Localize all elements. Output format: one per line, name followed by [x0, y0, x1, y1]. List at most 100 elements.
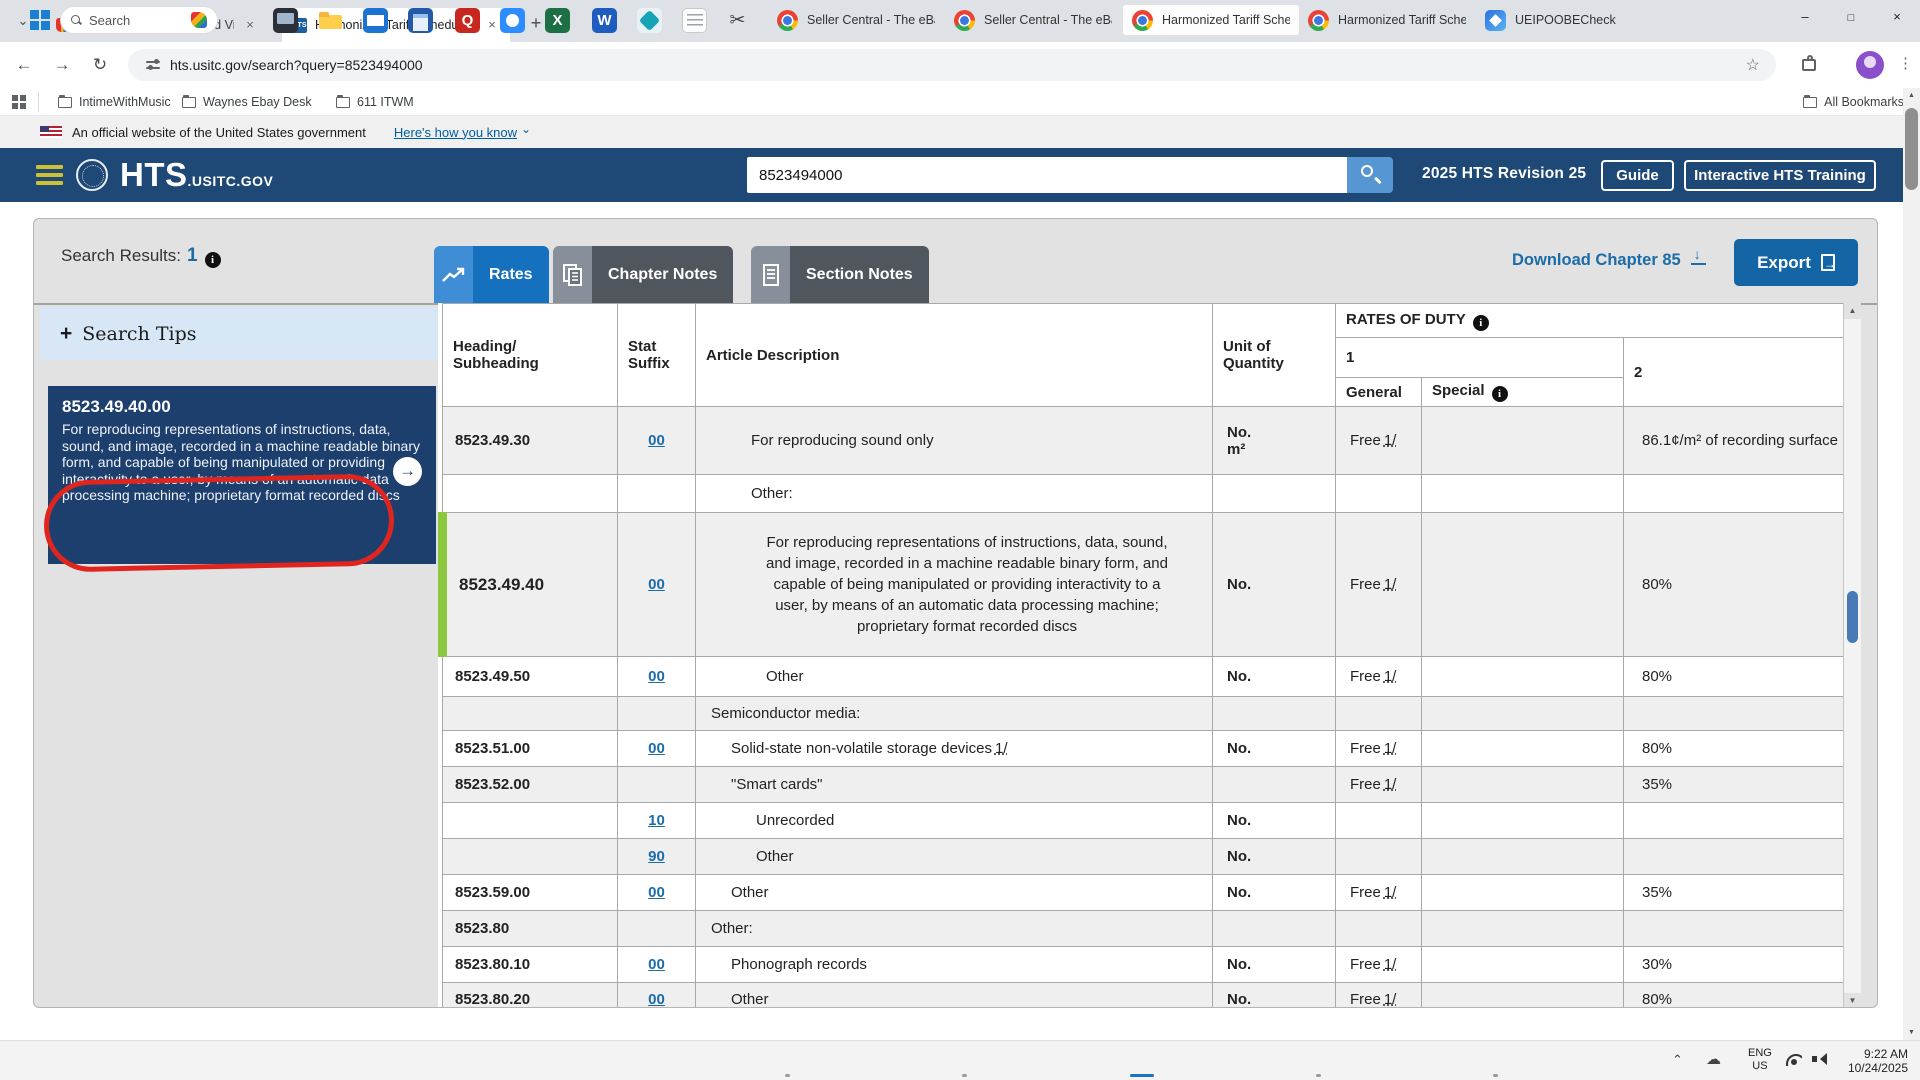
back-button[interactable] [10, 51, 38, 79]
stat-suffix-link[interactable]: 00 [648, 576, 665, 593]
tray-overflow-chevron[interactable] [1672, 1052, 1683, 1068]
snipping-tool-icon[interactable] [725, 8, 750, 33]
active-window-indicator [1130, 1074, 1154, 1077]
tab-close-icon[interactable] [242, 17, 258, 33]
forward-button[interactable] [48, 51, 76, 79]
scroll-down-icon[interactable] [1903, 1025, 1920, 1040]
scrollbar-thumb[interactable] [1847, 591, 1858, 643]
footnote-link[interactable]: 1/ [1384, 432, 1397, 449]
browser-menu-icon[interactable] [1898, 54, 1913, 72]
bookmark-waynes-ebay-desk[interactable]: Waynes Ebay Desk [182, 88, 312, 116]
info-icon[interactable] [1473, 315, 1489, 331]
training-button[interactable]: Interactive HTS Training [1684, 160, 1876, 191]
export-button[interactable]: Export [1734, 239, 1858, 286]
footnote-link[interactable]: 1/ [1384, 576, 1397, 593]
download-chapter-link[interactable]: Download Chapter 85 [1512, 251, 1707, 270]
footnote-link[interactable]: 1/ [1384, 668, 1397, 685]
tab-section-notes[interactable]: Section Notes [751, 246, 929, 303]
footnote-link[interactable]: 1/ [1384, 991, 1397, 1008]
footnote-link[interactable]: 1/ [1384, 956, 1397, 973]
tab-rates[interactable]: Rates [434, 246, 549, 303]
scroll-down-icon[interactable] [1844, 993, 1861, 1008]
stat-suffix-link[interactable]: 10 [648, 812, 665, 829]
search-tips-toggle[interactable]: + Search Tips [40, 307, 438, 360]
stat-cell [618, 475, 696, 513]
open-result-arrow-button[interactable] [393, 457, 422, 486]
bookmark-611-itwm[interactable]: 611 ITWM [336, 88, 414, 116]
scroll-up-icon[interactable] [1903, 88, 1920, 103]
maximize-button[interactable] [1828, 0, 1874, 34]
info-icon[interactable] [1492, 386, 1508, 402]
table-scrollbar[interactable] [1843, 303, 1861, 1008]
site-logo[interactable]: HTS.USITC.GOV [120, 156, 273, 194]
tab-close-icon[interactable] [484, 17, 500, 33]
excel-icon[interactable]: X [545, 8, 570, 33]
mail-app-icon[interactable] [363, 8, 388, 33]
url-text[interactable]: hts.usitc.gov/search?query=8523494000 [170, 57, 1746, 73]
hts-search-input[interactable] [747, 157, 1347, 193]
bookmark-intimewithmusic[interactable]: IntimeWithMusic [58, 88, 171, 116]
scrollbar-thumb[interactable] [1905, 108, 1918, 190]
taskbar-window-ueipoobecheck[interactable]: UEIPOOBECheck [1476, 4, 1652, 36]
scroll-up-icon[interactable] [1844, 303, 1861, 319]
minimize-button[interactable] [1782, 0, 1828, 34]
taskbar [0, 1040, 1920, 1080]
speaker-icon[interactable] [1812, 1053, 1826, 1065]
pen-app-icon[interactable] [637, 8, 662, 33]
app-icon-monitor[interactable] [273, 8, 298, 33]
notepad-icon[interactable] [682, 8, 707, 33]
taskbar-window-seller-central-2[interactable]: Seller Central - The eBa [945, 4, 1121, 36]
general-rate: Free [1350, 576, 1381, 593]
page-scrollbar[interactable] [1903, 88, 1920, 1040]
taskbar-clock[interactable]: 9:22 AM 10/24/2025 [1838, 1047, 1908, 1075]
stat-suffix-link[interactable]: 00 [648, 740, 665, 757]
stat-suffix-link[interactable]: 00 [648, 991, 665, 1008]
onedrive-cloud-icon[interactable] [1706, 1050, 1721, 1068]
taskbar-search[interactable]: Search [60, 6, 218, 34]
address-bar[interactable]: hts.usitc.gov/search?query=8523494000 [128, 49, 1776, 81]
stat-cell: 00 [618, 983, 696, 1009]
footnote-link[interactable]: 1/ [1384, 776, 1397, 793]
general-cell [1336, 697, 1422, 731]
tab-chapter-notes[interactable]: Chapter Notes [553, 246, 733, 303]
search-result-item-selected[interactable]: 8523.49.40.00 For reproducing representa… [48, 386, 436, 564]
reload-button[interactable] [86, 51, 114, 79]
all-bookmarks-button[interactable]: All Bookmarks [1803, 88, 1904, 116]
menu-hamburger-icon[interactable] [36, 165, 63, 185]
site-settings-icon[interactable] [146, 59, 160, 71]
app-icon-q[interactable]: Q [455, 8, 480, 33]
profile-avatar[interactable] [1856, 51, 1884, 79]
file-explorer-icon[interactable] [318, 8, 343, 33]
stat-suffix-link[interactable]: 00 [648, 432, 665, 449]
taskbar-window-hts-2[interactable]: Harmonized Tariff Sche [1299, 4, 1475, 36]
info-icon[interactable] [205, 252, 221, 268]
apps-grid-icon[interactable] [12, 95, 26, 109]
stat-suffix-link[interactable]: 00 [648, 956, 665, 973]
close-window-button[interactable] [1874, 0, 1920, 34]
footnote-link[interactable]: 1/ [1384, 740, 1397, 757]
calendar-app-icon[interactable] [408, 8, 433, 33]
wifi-icon[interactable] [1786, 1054, 1802, 1066]
stat-suffix-link[interactable]: 00 [648, 668, 665, 685]
guide-button[interactable]: Guide [1601, 160, 1674, 191]
table-row-highlighted: 8523.49.40 00 For reproducing representa… [443, 513, 1848, 657]
language-indicator[interactable]: ENG US [1748, 1047, 1772, 1073]
stat-suffix-link[interactable]: 00 [648, 884, 665, 901]
search-icon [71, 15, 81, 25]
heading-cell: 8523.51.00 [443, 731, 618, 767]
extensions-icon[interactable] [1800, 55, 1818, 73]
footnote-link[interactable]: 1/ [995, 740, 1008, 757]
taskbar-window-seller-central-1[interactable]: Seller Central - The eBa [768, 4, 944, 36]
taskbar-window-hts-active[interactable]: Harmonized Tariff Sche [1122, 4, 1300, 36]
start-button[interactable] [30, 10, 50, 30]
footnote-link[interactable]: 1/ [1384, 884, 1397, 901]
search-tips-label: Search Tips [82, 323, 196, 345]
how-you-know-link[interactable]: Here's how you know [394, 125, 517, 140]
word-icon[interactable]: W [592, 8, 617, 33]
stat-suffix-link[interactable]: 90 [648, 848, 665, 865]
unit-cell [1213, 475, 1336, 513]
bookmark-star-icon[interactable] [1746, 55, 1760, 75]
unit-cell: No. [1213, 513, 1336, 657]
zoom-app-icon[interactable] [500, 8, 525, 33]
hts-search-button[interactable] [1347, 157, 1393, 193]
